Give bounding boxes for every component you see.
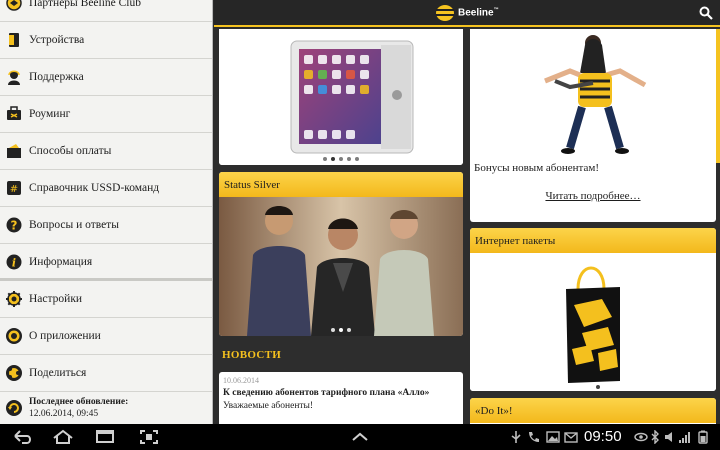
sidebar-item-label: Поделиться [29, 367, 87, 379]
bonus-card[interactable]: Бонусы новым абонентам! Читать подробнее… [470, 29, 716, 222]
internet-packages-card[interactable]: Интернет пакеты [470, 228, 716, 391]
scroll-accent [716, 29, 720, 163]
read-more-link[interactable]: Читать подробнее… [470, 190, 716, 202]
do-it-card[interactable]: «Do It»! [470, 398, 716, 424]
sidebar-item-faq[interactable]: ? Вопросы и ответы [0, 207, 212, 244]
about-icon [5, 327, 23, 345]
carousel-dot [347, 328, 351, 332]
ussd-icon: # [5, 179, 23, 197]
recent-apps-button[interactable] [95, 429, 115, 445]
home-icon [53, 429, 73, 444]
payment-icon [5, 142, 23, 160]
sidebar-item-label: Роуминг [29, 108, 71, 120]
sidebar-item-label: О приложении [29, 330, 101, 342]
news-date: 10.06.2014 [223, 376, 259, 385]
search-icon [699, 6, 713, 20]
partners-icon [5, 0, 23, 12]
news-section-title: НОВОСТИ [222, 349, 282, 361]
action-bar: Beeline™ [214, 0, 720, 27]
screenshot-icon [140, 430, 158, 444]
sidebar-item-devices[interactable]: Устройства [0, 22, 212, 59]
navigation-drawer: Партнеры Beeline Club Устройства Поддерж… [0, 0, 213, 424]
sidebar-item-label: Справочник USSD-команд [29, 182, 160, 194]
news-title: К сведению абонентов тарифного плана «Ал… [223, 388, 430, 398]
carousel-dot [331, 328, 335, 332]
news-item[interactable]: 10.06.2014 К сведению абонентов тарифног… [219, 372, 463, 424]
devices-icon [5, 31, 23, 49]
bonus-image [470, 29, 716, 163]
back-button[interactable] [12, 429, 34, 445]
card-title: Status Silver [219, 172, 463, 197]
bonus-text: Бонусы новым абонентам! [474, 162, 599, 174]
signal-icon [679, 432, 690, 443]
carousel-dot [339, 157, 343, 161]
refresh-icon [5, 399, 23, 417]
app-title: Beeline™ [458, 7, 499, 19]
sidebar-item-label: Партнеры Beeline Club [29, 0, 142, 9]
call-icon [529, 432, 539, 442]
eye-icon [634, 432, 648, 442]
search-button[interactable] [699, 6, 713, 20]
system-navigation-bar: 09:50 [0, 424, 720, 450]
gallery-icon [546, 431, 560, 443]
home-button[interactable] [52, 429, 74, 445]
svg-text:i: i [12, 256, 16, 269]
carousel-indicator [219, 157, 463, 161]
sidebar-item-roaming[interactable]: Роуминг [0, 96, 212, 133]
sidebar-item-about[interactable]: О приложении [0, 318, 212, 355]
last-update-label: Последнее обновление: [29, 396, 129, 407]
faq-icon: ? [5, 216, 23, 234]
share-icon [5, 364, 23, 382]
mute-icon [665, 432, 672, 442]
usb-icon [511, 431, 521, 443]
back-icon [14, 430, 31, 444]
email-icon [564, 432, 578, 443]
last-update-time: 12.06.2014, 09:45 [29, 408, 99, 419]
recent-apps-icon [96, 430, 114, 443]
carousel-dot [331, 157, 335, 161]
svg-text:#: # [10, 184, 18, 195]
card-title: «Do It»! [470, 398, 716, 423]
main-content: Бонусы новым абонентам! Читать подробнее… [214, 29, 720, 424]
sidebar-item-share[interactable]: Поделиться [0, 355, 212, 392]
status-silver-card[interactable]: Status Silver [219, 172, 463, 336]
last-update-info: Последнее обновление: 12.06.2014, 09:45 [0, 391, 212, 424]
carousel-dot [347, 157, 351, 161]
battery-icon [698, 430, 708, 444]
status-silver-image [219, 197, 463, 336]
bluetooth-icon [651, 430, 659, 444]
sidebar-item-support[interactable]: Поддержка [0, 59, 212, 96]
beeline-logo[interactable]: Beeline™ [436, 5, 499, 21]
news-excerpt: Уважаемые абоненты! [223, 401, 314, 411]
sidebar-item-settings[interactable]: Настройки [0, 281, 212, 318]
sidebar-item-label: Поддержка [29, 71, 84, 83]
sidebar-item-partners[interactable]: Партнеры Beeline Club [0, 0, 212, 22]
svg-text:?: ? [11, 219, 18, 233]
sidebar-item-label: Вопросы и ответы [29, 219, 119, 231]
gear-icon [5, 290, 23, 308]
info-icon: i [5, 253, 23, 271]
devices-promo-card[interactable] [219, 29, 463, 165]
carousel-dot [339, 328, 343, 332]
sidebar-item-label: Способы оплаты [29, 145, 112, 157]
card-title: Интернет пакеты [470, 228, 716, 253]
ipad-image [219, 29, 463, 165]
roaming-icon [5, 105, 23, 123]
sidebar-item-label: Устройства [29, 34, 85, 46]
carousel-dot [323, 157, 327, 161]
support-icon [5, 68, 23, 86]
screenshot-button[interactable] [139, 429, 159, 445]
beeline-logo-icon [436, 5, 454, 21]
sidebar-item-info[interactable]: i Информация [0, 244, 212, 280]
carousel-indicator [219, 328, 463, 332]
sidebar-item-label: Настройки [29, 293, 83, 305]
status-clock: 09:50 [584, 428, 622, 445]
mini-apps-tray-button[interactable] [351, 429, 369, 445]
sidebar-item-payment[interactable]: Способы оплаты [0, 133, 212, 170]
chevron-up-icon [352, 432, 368, 441]
shopping-bag-image [470, 253, 716, 391]
carousel-dot [355, 157, 359, 161]
sidebar-item-label: Информация [29, 255, 93, 268]
sidebar-item-ussd[interactable]: # Справочник USSD-команд [0, 170, 212, 207]
